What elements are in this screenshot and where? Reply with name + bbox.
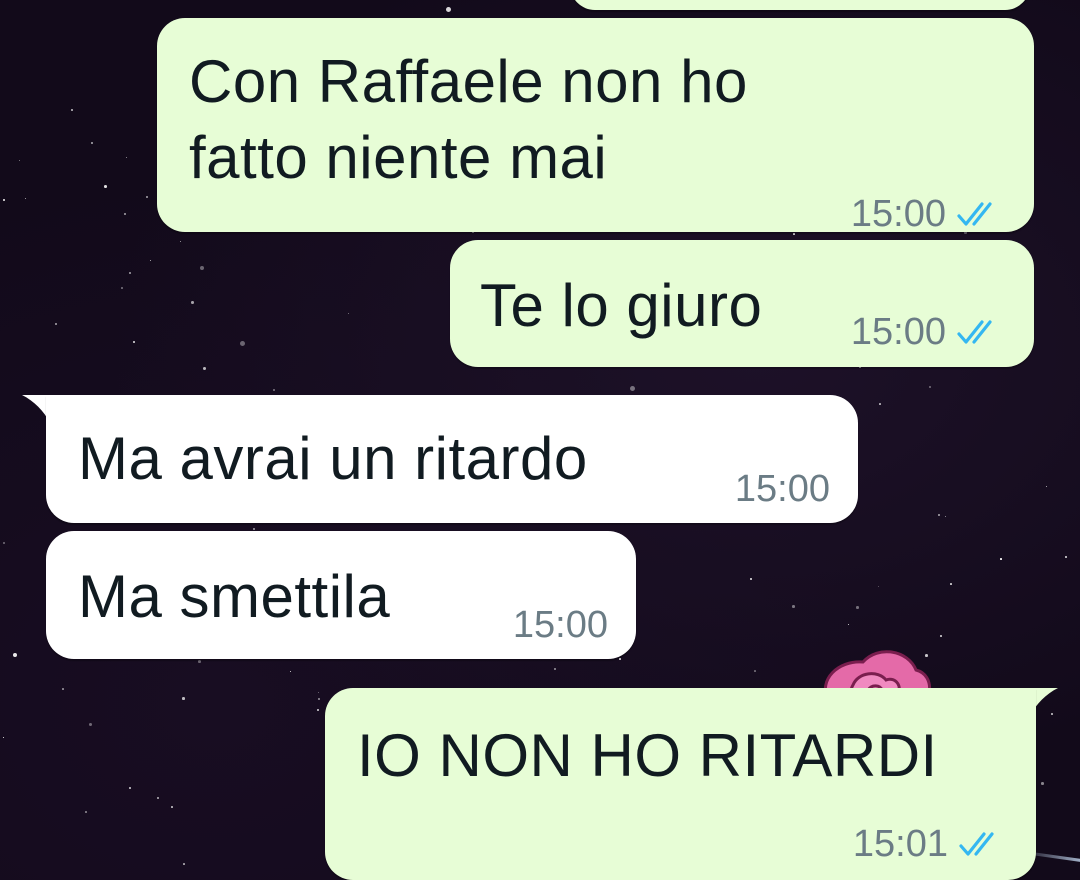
message-meta: 15:00 xyxy=(851,194,1002,234)
message-meta: 15:00 xyxy=(513,605,608,645)
star xyxy=(182,697,185,700)
message-time: 15:01 xyxy=(852,823,948,865)
star xyxy=(150,260,152,262)
star xyxy=(171,806,173,808)
message-bubble-incoming[interactable]: Ma avrai un ritardo 15:00 xyxy=(46,395,858,523)
message-time: 15:00 xyxy=(734,468,830,510)
star xyxy=(446,7,452,13)
star xyxy=(71,109,73,111)
message-meta: 15:00 xyxy=(851,312,1002,352)
double-check-read-icon xyxy=(959,832,994,856)
star xyxy=(848,624,850,626)
star xyxy=(89,723,92,726)
message-text: Ma avrai un ritardo xyxy=(78,425,588,492)
star xyxy=(940,635,942,637)
star xyxy=(318,698,321,701)
star xyxy=(129,272,132,275)
star xyxy=(19,160,20,161)
message-text: IO NON HO RITARDI xyxy=(357,722,938,789)
star xyxy=(929,386,931,388)
star xyxy=(133,341,136,344)
star xyxy=(121,287,123,289)
star xyxy=(793,233,796,236)
star xyxy=(3,737,5,739)
message-bubble-incoming[interactable]: Ma smettila 15:00 xyxy=(46,531,636,659)
star xyxy=(273,389,276,392)
star xyxy=(203,367,206,370)
message-text: Te lo giuro xyxy=(480,272,763,339)
star xyxy=(317,709,320,712)
star xyxy=(104,185,107,188)
star xyxy=(754,670,756,672)
star xyxy=(55,323,58,326)
star xyxy=(91,142,94,145)
star xyxy=(879,403,881,405)
star xyxy=(183,863,185,865)
star xyxy=(3,542,5,544)
star xyxy=(1041,782,1044,785)
star xyxy=(200,266,205,271)
star xyxy=(938,514,940,516)
star xyxy=(198,660,201,663)
message-bubble-outgoing[interactable]: Con Raffaele non ho fatto niente mai 15:… xyxy=(157,18,1034,234)
star xyxy=(191,301,194,304)
star xyxy=(3,199,6,202)
star xyxy=(619,658,622,661)
star xyxy=(124,213,127,216)
star xyxy=(878,586,880,588)
star xyxy=(25,198,27,200)
star xyxy=(126,157,128,159)
message-text: Con Raffaele non ho fatto niente mai xyxy=(189,48,748,191)
star xyxy=(554,668,557,671)
star xyxy=(1000,558,1002,560)
message-meta: 15:00 xyxy=(735,469,830,509)
star xyxy=(253,528,255,530)
double-check-read-icon xyxy=(957,320,992,344)
star xyxy=(290,671,292,673)
star xyxy=(129,787,131,789)
star xyxy=(157,797,160,800)
message-time: 15:00 xyxy=(850,193,946,235)
star xyxy=(750,578,753,581)
star xyxy=(146,196,149,199)
message-time: 15:00 xyxy=(512,604,608,646)
message-meta: 15:01 xyxy=(853,824,1004,864)
star xyxy=(856,606,859,609)
star xyxy=(180,241,182,243)
message-time: 15:00 xyxy=(850,311,946,353)
message-bubble-outgoing[interactable]: IO NON HO RITARDI 15:01 xyxy=(325,688,1036,880)
message-bubble-partial xyxy=(570,0,1030,10)
message-bubble-outgoing[interactable]: Te lo giuro 15:00 xyxy=(450,240,1034,367)
star xyxy=(630,386,636,392)
star xyxy=(318,692,320,694)
star xyxy=(1065,556,1068,559)
star xyxy=(240,341,246,347)
star xyxy=(945,516,947,518)
star xyxy=(348,313,350,315)
star xyxy=(62,688,64,690)
star xyxy=(950,583,952,585)
star xyxy=(792,605,795,608)
star xyxy=(13,653,18,658)
star xyxy=(85,811,87,813)
message-text: Ma smettila xyxy=(78,563,391,630)
star xyxy=(1046,486,1048,488)
double-check-read-icon xyxy=(957,202,992,226)
